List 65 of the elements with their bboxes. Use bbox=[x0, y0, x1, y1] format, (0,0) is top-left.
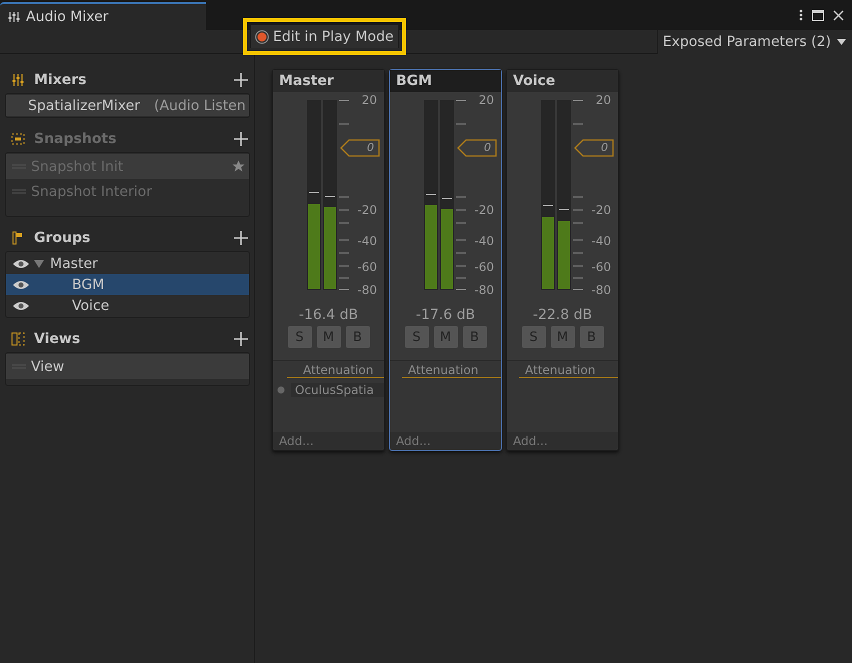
window-title: Audio Mixer bbox=[26, 9, 108, 25]
db-reading: -16.4 dB bbox=[298, 307, 360, 323]
mixer-row[interactable]: SpatializerMixer (Audio Listen bbox=[6, 95, 249, 116]
add-icon[interactable] bbox=[234, 332, 248, 346]
scale-label: -20 bbox=[591, 203, 611, 218]
add-icon[interactable] bbox=[234, 73, 248, 87]
section-title: Snapshots bbox=[34, 131, 118, 147]
scale-label: 20 bbox=[596, 93, 611, 107]
scale-label: -80 bbox=[357, 283, 377, 297]
record-icon bbox=[255, 30, 269, 44]
strip-title: Master bbox=[273, 70, 384, 92]
flag-icon bbox=[11, 231, 25, 245]
caret-icon bbox=[837, 38, 846, 44]
strip-title: BGM bbox=[390, 70, 501, 92]
more-icon[interactable] bbox=[799, 9, 803, 21]
section-title: Views bbox=[34, 331, 82, 347]
columns-icon bbox=[11, 332, 25, 346]
add-effect-button[interactable]: Add... bbox=[273, 432, 384, 450]
sliders-icon bbox=[11, 73, 25, 87]
eye-icon[interactable] bbox=[12, 258, 30, 268]
close-icon[interactable] bbox=[833, 10, 844, 20]
effect-header[interactable]: Attenuation bbox=[287, 363, 384, 378]
add-effect-button[interactable]: Add... bbox=[507, 432, 618, 450]
scale-label: 20 bbox=[362, 93, 377, 107]
add-icon[interactable] bbox=[234, 231, 248, 245]
group-row[interactable]: Master bbox=[6, 253, 249, 274]
view-row[interactable]: View bbox=[6, 354, 249, 379]
scale-label: -80 bbox=[591, 283, 611, 297]
sliders-icon bbox=[8, 11, 20, 23]
expand-arrow-icon[interactable] bbox=[34, 260, 44, 268]
group-row[interactable]: BGM bbox=[6, 274, 249, 295]
bypass-dot-icon[interactable] bbox=[277, 386, 285, 394]
snapshot-icon bbox=[11, 132, 25, 146]
drag-handle-icon bbox=[12, 364, 26, 369]
scale-label: -60 bbox=[357, 260, 377, 274]
scale-label: -40 bbox=[591, 234, 611, 248]
scale-label: 20 bbox=[478, 93, 494, 107]
effect-header[interactable]: Attenuation bbox=[519, 363, 618, 378]
section-title: Mixers bbox=[34, 72, 88, 88]
scale-label: -60 bbox=[591, 260, 611, 274]
fader-handle[interactable]: 0 bbox=[574, 139, 614, 157]
strip-title: Voice bbox=[507, 70, 618, 92]
edit-in-play-mode-button[interactable]: Edit in Play Mode bbox=[250, 25, 399, 48]
group-row[interactable]: Voice bbox=[6, 295, 249, 316]
fader-handle[interactable]: 0 bbox=[457, 139, 497, 157]
scale-label: -20 bbox=[474, 203, 494, 218]
maximize-icon[interactable] bbox=[812, 10, 824, 20]
scale-label: -20 bbox=[357, 203, 377, 218]
db-reading: -22.8 dB bbox=[532, 307, 594, 323]
drag-handle-icon bbox=[12, 164, 26, 169]
effect-name[interactable]: OculusSpatia bbox=[291, 382, 384, 396]
exposed-parameters-dropdown[interactable]: Exposed Parameters (2) bbox=[656, 30, 852, 54]
eye-icon[interactable] bbox=[12, 280, 30, 290]
scale-label: -40 bbox=[357, 234, 377, 248]
add-effect-button[interactable]: Add... bbox=[390, 432, 501, 450]
effect-header[interactable]: Attenuation bbox=[402, 363, 501, 378]
db-reading: -17.6 dB bbox=[414, 307, 476, 323]
scale-label: -40 bbox=[474, 234, 494, 248]
drag-handle-icon bbox=[12, 189, 26, 194]
eye-icon[interactable] bbox=[12, 300, 30, 310]
window-tab[interactable]: Audio Mixer bbox=[0, 2, 206, 30]
scale-label: -80 bbox=[474, 283, 494, 297]
scale-label: -60 bbox=[474, 260, 494, 274]
fader-handle[interactable]: 0 bbox=[340, 139, 380, 157]
section-title: Groups bbox=[34, 230, 92, 246]
